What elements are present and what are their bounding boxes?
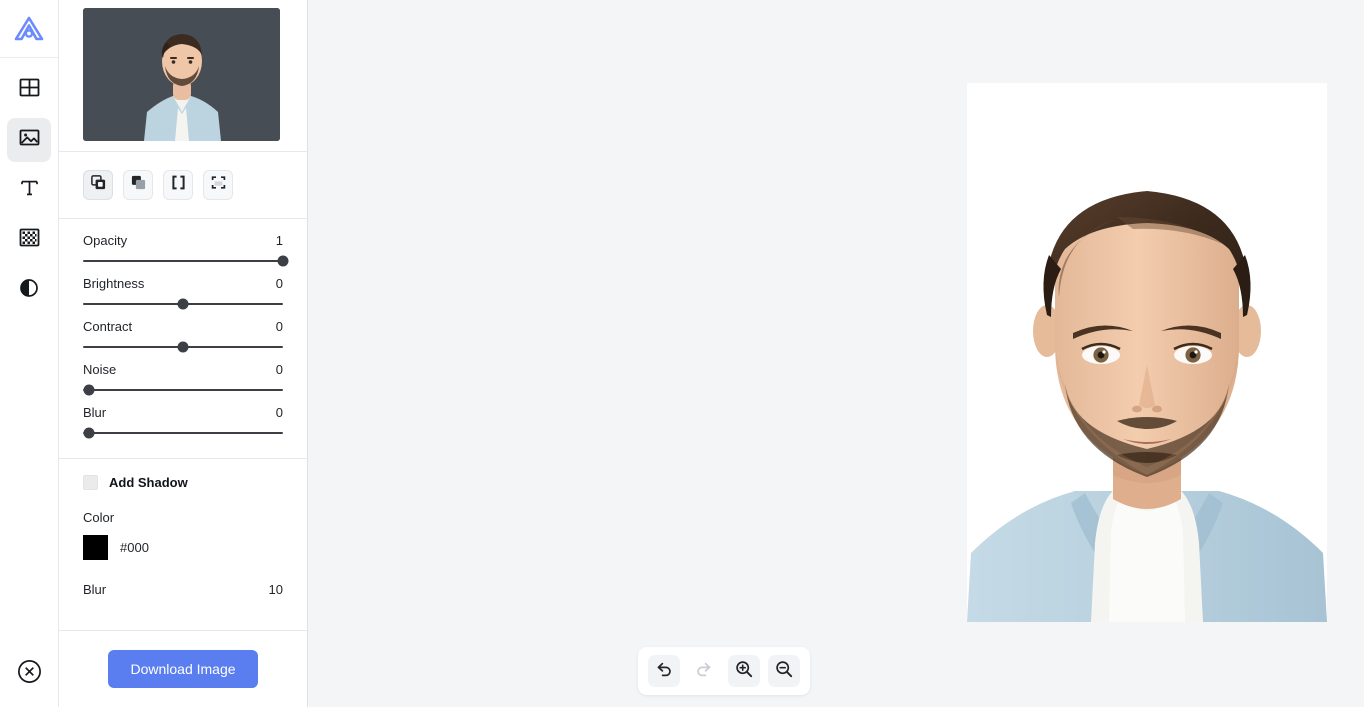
sidebar-item-background[interactable] — [7, 218, 51, 262]
sidebar-item-text[interactable] — [7, 168, 51, 212]
zoom-in-button[interactable] — [728, 655, 760, 687]
add-shadow-row[interactable]: Add Shadow — [83, 475, 283, 490]
slider-value: 0 — [275, 319, 283, 334]
shadow-blur-row: Blur 10 — [83, 582, 283, 597]
slider-knob-contract[interactable] — [177, 341, 189, 353]
object-tools — [59, 152, 307, 219]
slider-contract: Contract 0 — [83, 319, 283, 353]
zoom-out-icon — [775, 660, 793, 683]
slider-track-brightness[interactable] — [83, 298, 283, 310]
thumbnail-section — [59, 0, 307, 152]
bring-forward-button[interactable] — [123, 170, 153, 200]
redo-icon — [695, 660, 713, 683]
left-icon-rail — [0, 0, 59, 707]
slider-label: Opacity — [83, 233, 128, 248]
slider-value: 1 — [275, 233, 283, 248]
shadow-section: Add Shadow Color #000 Blur 10 — [59, 459, 307, 615]
slider-blur: Blur 0 — [83, 405, 283, 439]
text-icon — [19, 177, 40, 203]
group-button[interactable] — [163, 170, 193, 200]
add-shadow-label: Add Shadow — [109, 475, 188, 490]
shadow-color-row: #000 — [83, 535, 283, 560]
shadow-color-value: #000 — [120, 540, 149, 555]
shadow-color-label: Color — [83, 510, 115, 525]
zoom-out-button[interactable] — [768, 655, 800, 687]
canvas-controls — [638, 647, 810, 695]
grid-icon — [19, 77, 40, 103]
sidebar-item-templates[interactable] — [7, 68, 51, 112]
properties-panel: Opacity 1 Brightness 0 Contract 0 Noise … — [59, 0, 308, 707]
slider-track-contract[interactable] — [83, 341, 283, 353]
slider-brightness: Brightness 0 — [83, 276, 283, 310]
slider-label: Noise — [83, 362, 117, 377]
shadow-color-swatch[interactable] — [83, 535, 108, 560]
checkerboard-icon — [19, 228, 40, 252]
duplicate-icon — [90, 175, 106, 195]
slider-track-blur[interactable] — [83, 427, 283, 439]
slider-value: 0 — [275, 276, 283, 291]
rail-item-list — [0, 58, 58, 312]
panel-footer: Download Image — [59, 630, 307, 707]
canvas-workspace[interactable] — [308, 0, 1364, 707]
properties-scroll-area[interactable]: Opacity 1 Brightness 0 Contract 0 Noise … — [59, 0, 307, 630]
slider-knob-brightness[interactable] — [177, 298, 189, 310]
slider-knob-noise[interactable] — [83, 384, 95, 396]
contrast-icon — [19, 278, 39, 303]
brackets-icon — [171, 175, 186, 195]
slider-knob-blur[interactable] — [83, 427, 95, 439]
slider-track-opacity[interactable] — [83, 255, 289, 267]
adjustment-sliders: Opacity 1 Brightness 0 Contract 0 Noise … — [59, 219, 307, 459]
close-circle-icon — [17, 659, 42, 689]
slider-label: Blur — [83, 405, 107, 420]
bring-forward-icon — [131, 175, 146, 195]
slider-value: 0 — [275, 362, 283, 377]
undo-button[interactable] — [648, 655, 680, 687]
slider-noise: Noise 0 — [83, 362, 283, 396]
undo-icon — [655, 660, 673, 683]
fit-frame-button[interactable] — [203, 170, 233, 200]
slider-label: Contract — [83, 319, 133, 334]
sidebar-item-adjust[interactable] — [7, 268, 51, 312]
zoom-in-icon — [735, 660, 753, 683]
redo-button[interactable] — [688, 655, 720, 687]
app-logo[interactable] — [0, 0, 58, 58]
slider-track-noise[interactable] — [83, 384, 283, 396]
shadow-blur-value: 10 — [268, 582, 283, 597]
shadow-blur-label: Blur — [83, 582, 107, 597]
fit-frame-icon — [211, 175, 226, 195]
image-editor-app: Opacity 1 Brightness 0 Contract 0 Noise … — [0, 0, 1364, 707]
close-button[interactable] — [0, 659, 58, 689]
add-shadow-checkbox[interactable] — [83, 475, 98, 490]
sidebar-item-image[interactable] — [7, 118, 51, 162]
download-image-button[interactable]: Download Image — [108, 650, 258, 688]
slider-knob-opacity[interactable] — [277, 255, 289, 267]
slider-opacity: Opacity 1 — [83, 233, 289, 267]
duplicate-button[interactable] — [83, 170, 113, 200]
slider-label: Brightness — [83, 276, 145, 291]
image-thumbnail[interactable] — [83, 8, 280, 141]
image-icon — [19, 127, 40, 153]
slider-value: 0 — [275, 405, 283, 420]
canvas-image[interactable] — [967, 83, 1327, 622]
